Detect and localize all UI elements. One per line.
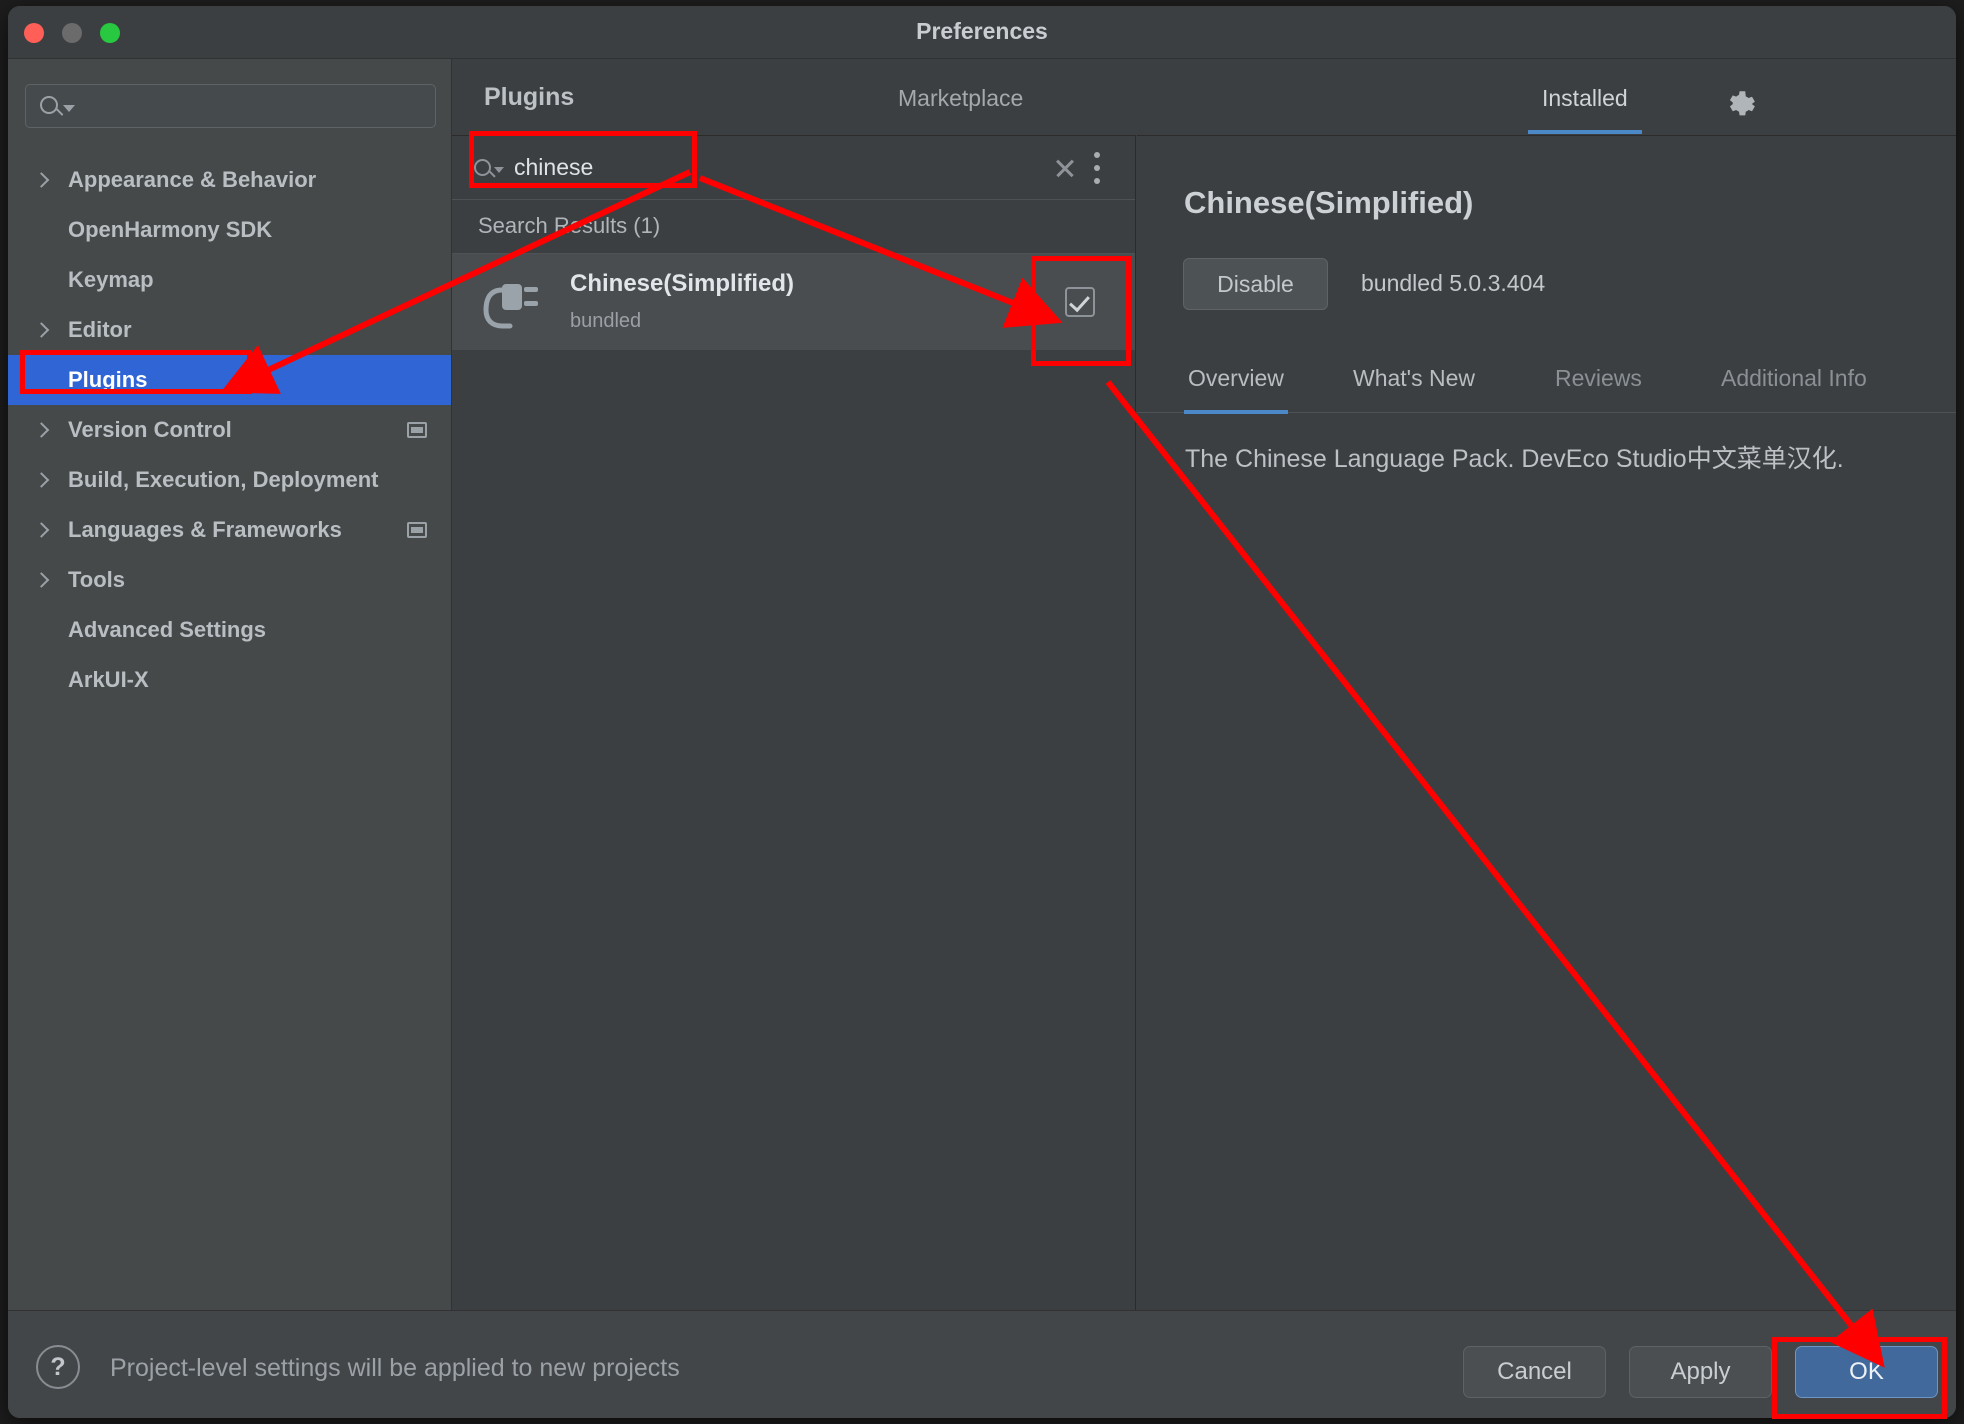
- ok-button[interactable]: OK: [1795, 1346, 1938, 1398]
- list-item[interactable]: Chinese(Simplified) bundled: [452, 254, 1135, 350]
- dialog-footer: ? Project-level settings will be applied…: [8, 1310, 1956, 1418]
- main-panel: Plugins Marketplace Installed Reset ← →: [452, 59, 1956, 1310]
- project-scope-icon: [407, 422, 427, 438]
- close-icon[interactable]: [1051, 154, 1079, 182]
- tab-installed[interactable]: Installed: [1528, 85, 1642, 134]
- sidebar-item-version-control[interactable]: Version Control: [8, 405, 451, 455]
- tab-overview[interactable]: Overview: [1184, 365, 1288, 414]
- preferences-window: Preferences Appearance & Behavior OpenHar…: [8, 6, 1956, 1418]
- help-icon[interactable]: ?: [36, 1345, 80, 1389]
- plugins-header: Plugins Marketplace Installed Reset ← →: [452, 59, 1956, 135]
- plugin-detail-tabs: Overview What's New Reviews Additional I…: [1137, 351, 1956, 414]
- sidebar-item-advanced-settings[interactable]: Advanced Settings: [8, 605, 451, 655]
- tab-marketplace[interactable]: Marketplace: [898, 85, 1023, 134]
- chevron-right-icon[interactable]: [33, 322, 50, 338]
- chevron-right-icon[interactable]: [33, 422, 50, 438]
- plugin-subtitle: bundled: [570, 310, 642, 332]
- sidebar-item-label: Plugins: [68, 367, 148, 392]
- tab-reviews[interactable]: Reviews: [1555, 365, 1642, 414]
- apply-button[interactable]: Apply: [1629, 1346, 1772, 1398]
- plugin-list-column: Search Results (1) Chinese(Simplified) b…: [452, 135, 1136, 1310]
- sidebar-item-label: Version Control: [68, 417, 232, 442]
- plugin-search-bar[interactable]: [452, 136, 1135, 200]
- sidebar-item-label: Editor: [68, 317, 132, 342]
- plugin-detail-panel: Chinese(Simplified) Disable bundled 5.0.…: [1137, 135, 1956, 1310]
- plugin-description: The Chinese Language Pack. DevEco Studio…: [1185, 445, 1844, 473]
- search-results-label: Search Results (1): [478, 213, 661, 238]
- plugin-search-input[interactable]: [514, 136, 1014, 199]
- sidebar-item-arkui-x[interactable]: ArkUI-X: [8, 655, 451, 705]
- search-icon: [40, 96, 58, 114]
- tab-additional-info[interactable]: Additional Info: [1721, 365, 1867, 414]
- disable-button[interactable]: Disable: [1183, 258, 1328, 310]
- sidebar-item-build-execution-deployment[interactable]: Build, Execution, Deployment: [8, 455, 451, 505]
- plugin-detail-title: Chinese(Simplified): [1184, 185, 1474, 220]
- chevron-down-icon: [63, 105, 75, 112]
- cancel-button[interactable]: Cancel: [1463, 1346, 1606, 1398]
- sidebar-item-label: Languages & Frameworks: [68, 517, 342, 542]
- plugin-list-empty-area: [452, 446, 1135, 1310]
- sidebar-item-label: OpenHarmony SDK: [68, 217, 273, 242]
- sidebar-item-editor[interactable]: Editor: [8, 305, 451, 355]
- project-scope-icon: [407, 522, 427, 538]
- sidebar-item-list: Appearance & Behavior OpenHarmony SDK Keym…: [8, 155, 451, 705]
- plugin-name: Chinese(Simplified): [570, 270, 795, 297]
- sidebar-item-openharmony-sdk[interactable]: OpenHarmony SDK: [8, 205, 451, 255]
- chevron-down-icon: [494, 167, 504, 173]
- sidebar-item-label: Advanced Settings: [68, 617, 267, 642]
- plugin-plug-icon: [480, 276, 542, 334]
- sidebar-item-label: Keymap: [68, 267, 154, 292]
- sidebar-item-label: ArkUI-X: [68, 667, 149, 692]
- sidebar-item-label: Appearance & Behavior: [68, 167, 317, 192]
- chevron-right-icon[interactable]: [33, 172, 50, 188]
- sidebar-search-box[interactable]: [25, 84, 436, 128]
- sidebar-item-plugins[interactable]: Plugins: [8, 355, 451, 405]
- window-titlebar: Preferences: [8, 6, 1956, 59]
- plugin-enable-checkbox[interactable]: [1065, 287, 1095, 317]
- check-icon: [1069, 290, 1090, 313]
- page-title: Plugins: [484, 83, 575, 111]
- sidebar-item-label: Tools: [68, 567, 126, 592]
- sidebar-item-appearance-behavior[interactable]: Appearance & Behavior: [8, 155, 451, 205]
- sidebar-search-input[interactable]: [80, 85, 430, 127]
- gear-icon[interactable]: [1722, 87, 1756, 121]
- search-icon: [474, 159, 491, 176]
- chevron-right-icon[interactable]: [33, 472, 50, 488]
- window-title: Preferences: [916, 18, 1048, 44]
- footer-note: Project-level settings will be applied t…: [110, 1354, 680, 1382]
- tab-whats-new[interactable]: What's New: [1353, 365, 1475, 414]
- kebab-menu-icon[interactable]: [1094, 152, 1102, 184]
- sidebar-item-label: Build, Execution, Deployment: [68, 467, 379, 492]
- sidebar-item-tools[interactable]: Tools: [8, 555, 451, 605]
- settings-sidebar: Appearance & Behavior OpenHarmony SDK Keym…: [8, 59, 452, 1310]
- search-results-header: Search Results (1): [452, 200, 1135, 254]
- chevron-right-icon[interactable]: [33, 572, 50, 588]
- chevron-right-icon[interactable]: [33, 522, 50, 538]
- sidebar-item-languages-frameworks[interactable]: Languages & Frameworks: [8, 505, 451, 555]
- sidebar-item-keymap[interactable]: Keymap: [8, 255, 451, 305]
- plugin-version: bundled 5.0.3.404: [1361, 270, 1546, 296]
